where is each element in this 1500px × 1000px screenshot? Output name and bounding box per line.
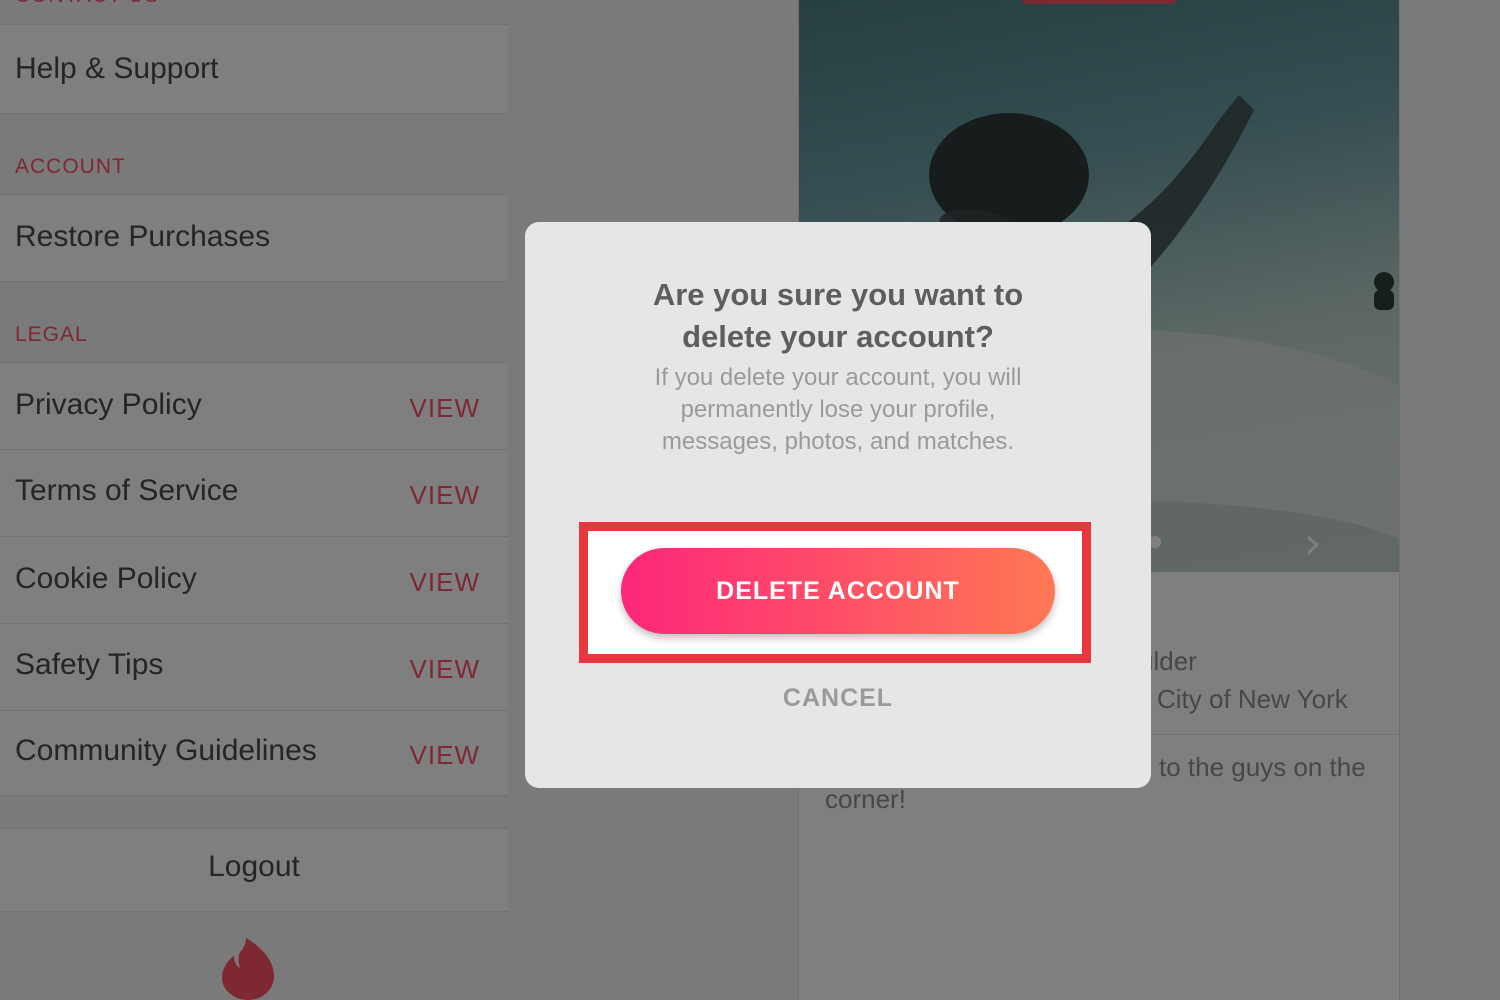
delete-account-button[interactable]: DELETE ACCOUNT xyxy=(621,548,1055,634)
cancel-button[interactable]: CANCEL xyxy=(738,678,938,718)
dialog-title: Are you sure you want to delete your acc… xyxy=(652,277,1024,354)
delete-account-dialog: Are you sure you want to delete your acc… xyxy=(525,222,1151,788)
dialog-message: If you delete your account, you will per… xyxy=(654,364,1022,455)
